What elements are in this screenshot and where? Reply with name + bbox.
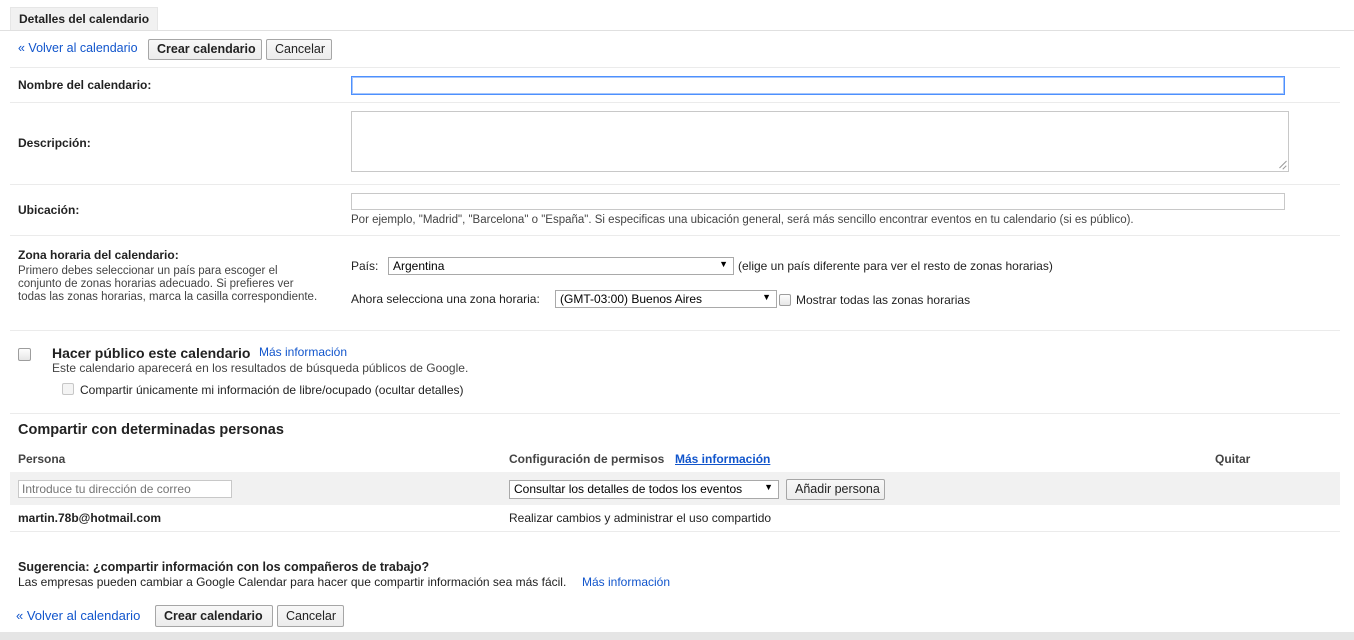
freebusy-only-checkbox[interactable] bbox=[62, 383, 74, 395]
tab-calendar-details: Detalles del calendario bbox=[10, 7, 159, 30]
timezone-select[interactable]: (GMT-03:00) Buenos Aires ▼ bbox=[555, 290, 777, 308]
sharing-section-title: Compartir con determinadas personas bbox=[18, 422, 284, 438]
timezone-help-text: Primero debes seleccionar un país para e… bbox=[18, 265, 318, 303]
tab-divider bbox=[0, 30, 1354, 31]
location-hint: Por ejemplo, "Madrid", "Barcelona" o "Es… bbox=[351, 214, 1134, 226]
shared-person-email: martin.78b@hotmail.com bbox=[18, 511, 162, 525]
calendar-name-input[interactable] bbox=[351, 76, 1285, 95]
suggestion-more-info-link[interactable]: Más información bbox=[582, 575, 670, 589]
public-more-info-link[interactable]: Más información bbox=[259, 345, 347, 359]
country-hint: (elige un país diferente para ver el res… bbox=[738, 259, 1053, 273]
location-label: Ubicación: bbox=[18, 203, 80, 217]
show-all-timezones-checkbox[interactable] bbox=[779, 294, 791, 306]
location-input[interactable] bbox=[351, 193, 1285, 210]
permission-select[interactable]: Consultar los detalles de todos los even… bbox=[509, 480, 779, 499]
create-calendar-button-bottom[interactable]: Crear calendario bbox=[155, 605, 273, 627]
email-input[interactable] bbox=[18, 480, 232, 498]
make-public-checkbox[interactable] bbox=[18, 348, 31, 361]
make-public-description: Este calendario aparecerá en los resulta… bbox=[52, 361, 469, 375]
column-person-header: Persona bbox=[18, 452, 66, 466]
dropdown-arrow-icon: ▼ bbox=[762, 292, 771, 302]
back-to-calendar-link-bottom[interactable]: « Volver al calendario bbox=[16, 608, 140, 623]
freebusy-only-label: Compartir únicamente mi información de l… bbox=[80, 383, 464, 397]
divider bbox=[10, 531, 1340, 532]
column-remove-header: Quitar bbox=[1215, 452, 1251, 466]
column-permissions-header: Configuración de permisos bbox=[509, 452, 665, 466]
country-value: Argentina bbox=[393, 259, 445, 273]
divider bbox=[10, 235, 1340, 236]
permission-value: Consultar los detalles de todos los even… bbox=[514, 482, 743, 496]
divider bbox=[10, 330, 1340, 331]
create-calendar-button[interactable]: Crear calendario bbox=[148, 39, 262, 60]
country-label: País: bbox=[351, 259, 379, 273]
shared-person-permission: Realizar cambios y administrar el uso co… bbox=[509, 511, 772, 525]
make-public-title: Hacer público este calendario bbox=[52, 345, 251, 361]
show-all-timezones-label: Mostrar todas las zonas horarias bbox=[796, 293, 971, 307]
calendar-name-label: Nombre del calendario: bbox=[18, 78, 152, 92]
timezone-label: Zona horaria del calendario: bbox=[18, 248, 179, 262]
suggestion-title: Sugerencia: ¿compartir información con l… bbox=[18, 560, 430, 574]
back-to-calendar-link[interactable]: « Volver al calendario bbox=[18, 41, 138, 55]
divider bbox=[10, 413, 1340, 414]
add-person-button[interactable]: Añadir persona bbox=[786, 479, 885, 500]
divider bbox=[10, 184, 1340, 185]
timezone-value: (GMT-03:00) Buenos Aires bbox=[560, 292, 703, 306]
divider bbox=[10, 102, 1340, 103]
timezone-select-label: Ahora selecciona una zona horaria: bbox=[351, 292, 540, 306]
divider bbox=[10, 67, 1340, 68]
cancel-button[interactable]: Cancelar bbox=[266, 39, 332, 60]
permissions-more-info-link[interactable]: Más información bbox=[675, 452, 770, 466]
dropdown-arrow-icon: ▼ bbox=[764, 482, 773, 492]
suggestion-text: Las empresas pueden cambiar a Google Cal… bbox=[18, 575, 567, 589]
resize-grip-icon[interactable] bbox=[1278, 161, 1286, 169]
cancel-button-bottom[interactable]: Cancelar bbox=[277, 605, 344, 627]
description-label: Descripción: bbox=[18, 136, 91, 150]
dropdown-arrow-icon: ▼ bbox=[719, 259, 728, 269]
description-textarea[interactable] bbox=[351, 111, 1289, 172]
country-select[interactable]: Argentina ▼ bbox=[388, 257, 734, 275]
footer-bar bbox=[0, 632, 1354, 640]
